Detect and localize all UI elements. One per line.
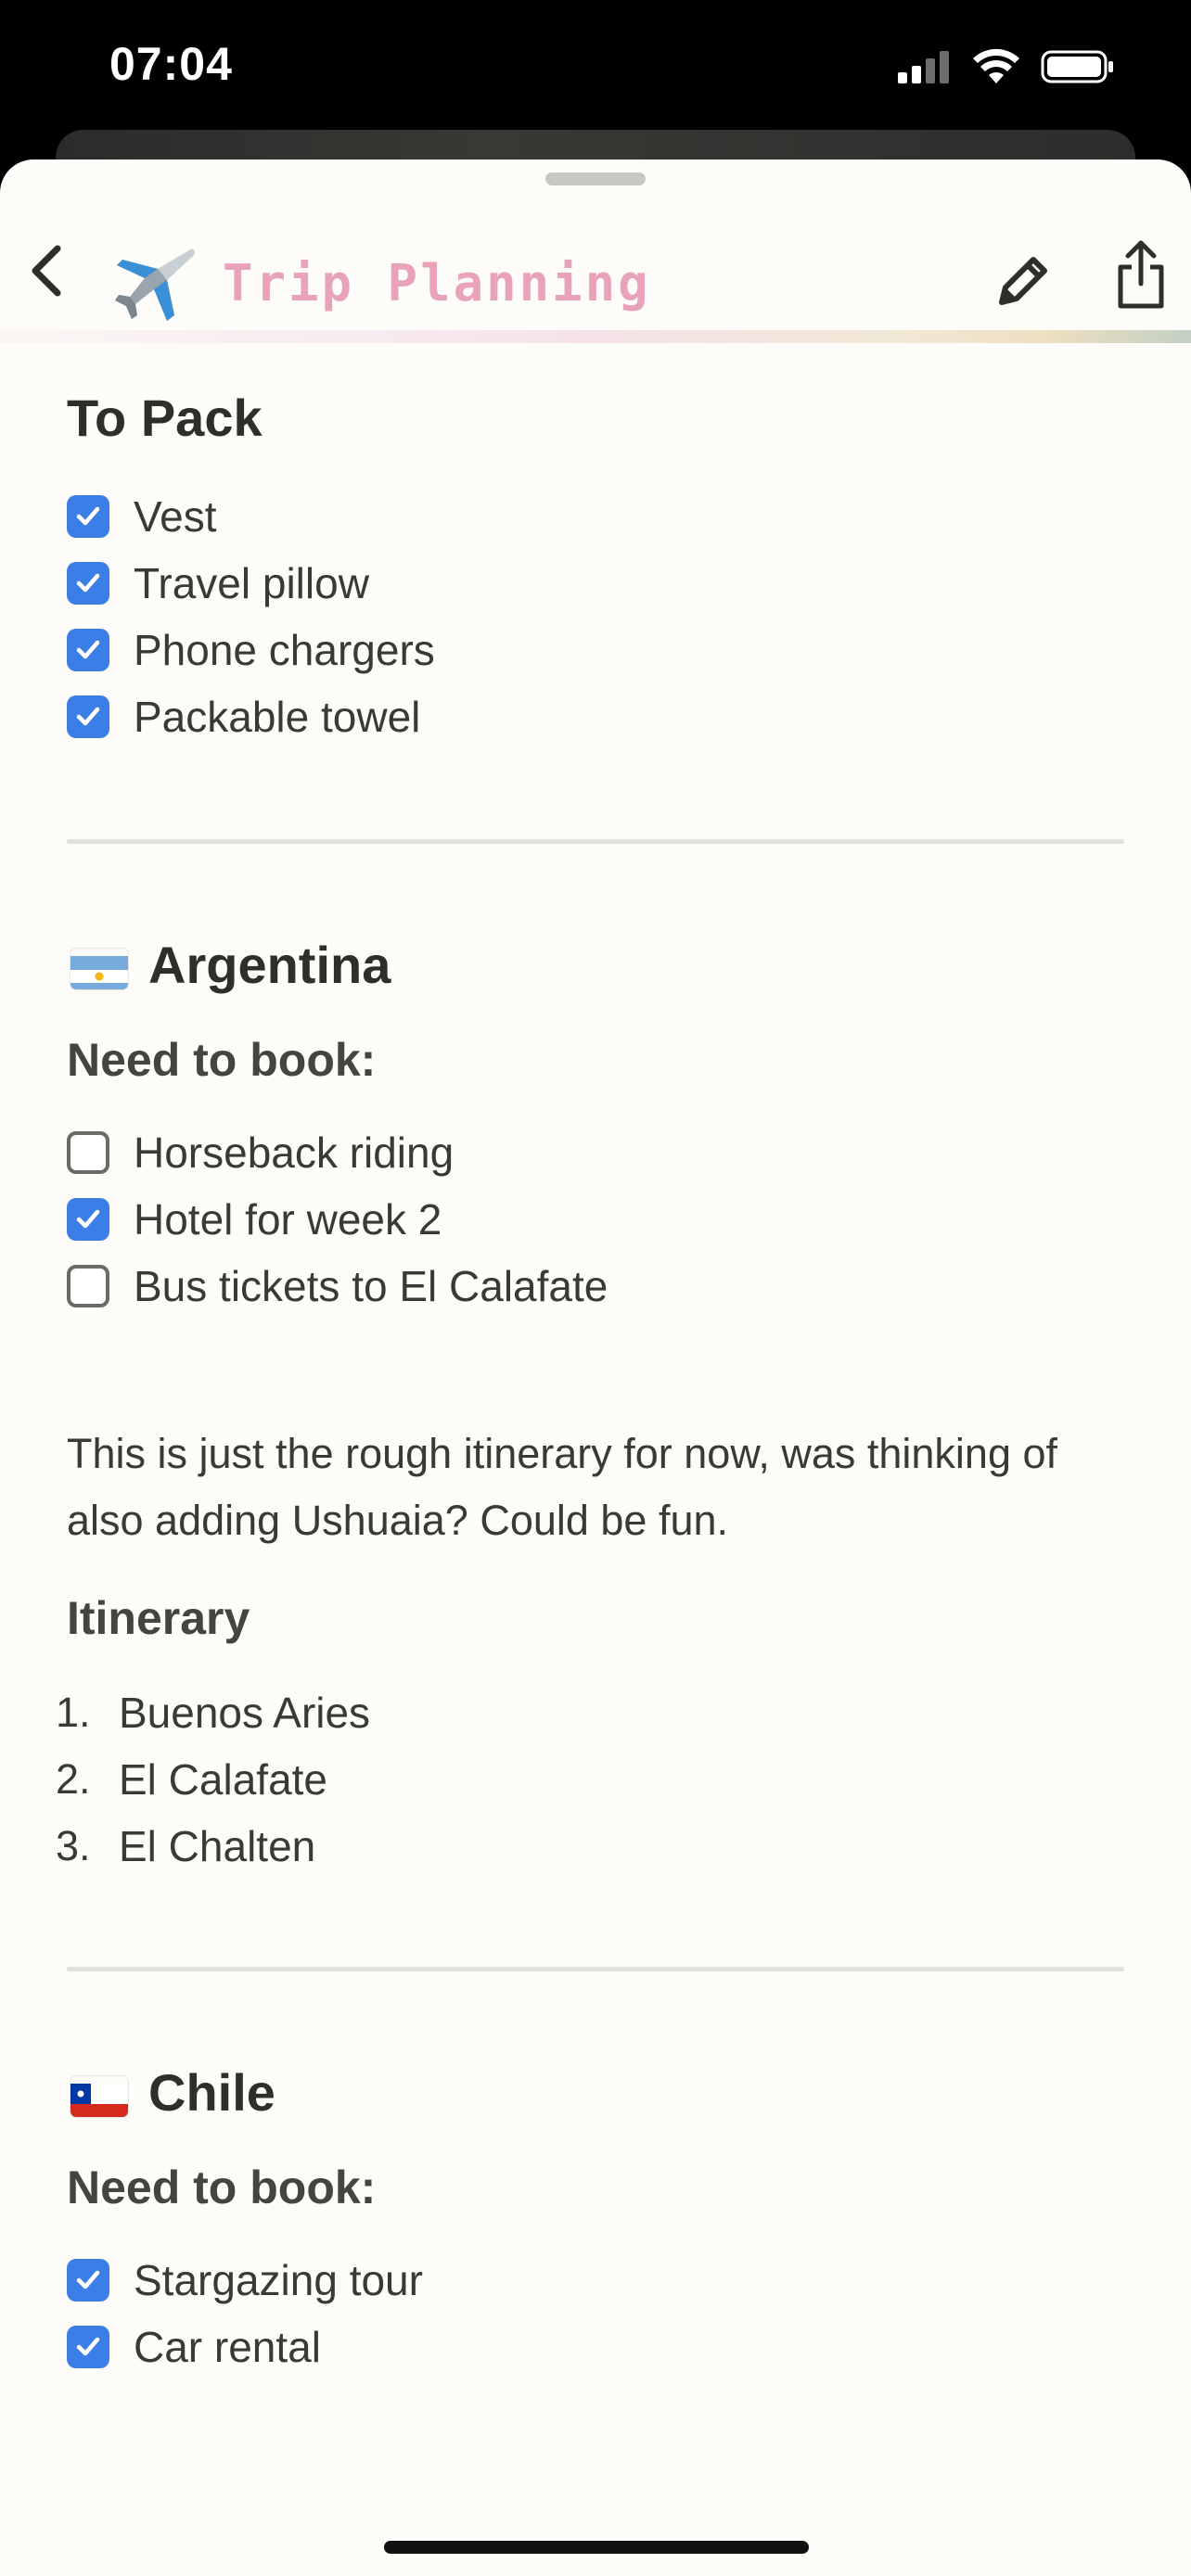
checkbox-checked[interactable] [67, 695, 109, 738]
ordered-list-item: 1. Buenos Aries [56, 1685, 370, 1741]
checklist-item[interactable]: Hotel for week 2 [67, 1192, 442, 1247]
checkbox-checked[interactable] [67, 1198, 109, 1241]
checklist-item[interactable]: Car rental [67, 2319, 321, 2375]
checkbox-checked[interactable] [67, 2259, 109, 2302]
checkbox-unchecked[interactable] [67, 1265, 109, 1307]
section-title: Argentina [148, 936, 391, 994]
subheading-need-to-book: Need to book: [67, 2162, 377, 2213]
checkmark-icon [76, 1209, 100, 1229]
cellular-signal-icon [898, 51, 949, 83]
status-time: 07:04 [109, 38, 233, 90]
status-bar: 07:04 [0, 0, 1191, 139]
note-paragraph: This is just the rough itinerary for now… [67, 1430, 1058, 1544]
chile-flag-icon [70, 2076, 128, 2118]
list-label: El Chalten [119, 1822, 316, 1870]
list-label: El Calafate [119, 1755, 328, 1804]
checklist-label: Bus tickets to El Calafate [134, 1262, 608, 1310]
checkbox-unchecked[interactable] [67, 1131, 109, 1174]
section-heading-to-pack: To Pack [67, 389, 263, 447]
section-title: Chile [148, 2063, 275, 2122]
status-icons [898, 46, 1115, 87]
checklist-label: Horseback riding [134, 1129, 455, 1177]
chevron-left-icon [32, 245, 61, 297]
argentina-flag-icon [70, 949, 128, 990]
checklist-item[interactable]: Packable towel [67, 689, 420, 745]
checklist-label: Phone chargers [134, 626, 435, 674]
checkbox-checked[interactable] [67, 562, 109, 605]
sheet-grabber[interactable] [545, 172, 646, 185]
ordered-list-item: 2. El Calafate [56, 1752, 327, 1807]
checklist-item[interactable]: Travel pillow [67, 555, 369, 611]
divider [67, 839, 1124, 844]
checkmark-icon [76, 640, 100, 659]
checklist-label: Car rental [134, 2323, 321, 2371]
checklist-label: Packable towel [134, 693, 421, 741]
subheading-need-to-book: Need to book: [67, 1034, 377, 1086]
checklist-label: Travel pillow [134, 559, 369, 607]
note-sheet: Trip Planning To Pack Vest Travel pillow… [0, 159, 1191, 2576]
share-button[interactable] [1113, 237, 1180, 317]
list-number: 3. [56, 1822, 91, 1869]
header-accent-bar [0, 330, 1191, 343]
ordered-list-item: 3. El Chalten [56, 1818, 315, 1874]
back-button[interactable] [19, 234, 74, 308]
checkmark-icon [76, 573, 100, 593]
wifi-icon [973, 48, 1019, 83]
checklist-label: Hotel for week 2 [134, 1195, 442, 1243]
checklist-item[interactable]: Vest [67, 489, 217, 544]
checklist-item[interactable]: Stargazing tour [67, 2252, 423, 2308]
section-heading-chile: Chile [70, 2062, 275, 2123]
top-bar: Trip Planning [0, 197, 1191, 321]
section-heading-argentina: Argentina [70, 935, 391, 995]
battery-icon [1041, 50, 1113, 83]
list-number: 2. [56, 1755, 91, 1803]
edit-button[interactable] [989, 249, 1056, 315]
checklist-item[interactable]: Bus tickets to El Calafate [67, 1258, 608, 1314]
checkmark-icon [76, 2337, 100, 2356]
checkbox-checked[interactable] [67, 495, 109, 538]
checklist-label: Stargazing tour [134, 2256, 423, 2304]
divider [67, 1967, 1124, 1971]
checklist-item[interactable]: Phone chargers [67, 622, 435, 678]
checkmark-icon [76, 707, 100, 726]
page-title: Trip Planning [223, 254, 651, 312]
home-indicator[interactable] [384, 2541, 809, 2554]
subheading-itinerary: Itinerary [67, 1592, 250, 1644]
checkmark-icon [76, 2270, 100, 2289]
list-number: 1. [56, 1689, 91, 1736]
share-icon [1118, 240, 1164, 309]
checklist-item[interactable]: Horseback riding [67, 1125, 454, 1180]
checkbox-checked[interactable] [67, 629, 109, 671]
airplane-icon [115, 249, 195, 321]
checklist-label: Vest [134, 492, 217, 541]
checkbox-checked[interactable] [67, 2326, 109, 2368]
list-label: Buenos Aries [119, 1689, 371, 1737]
pencil-icon [999, 257, 1047, 305]
checkmark-icon [76, 506, 100, 526]
